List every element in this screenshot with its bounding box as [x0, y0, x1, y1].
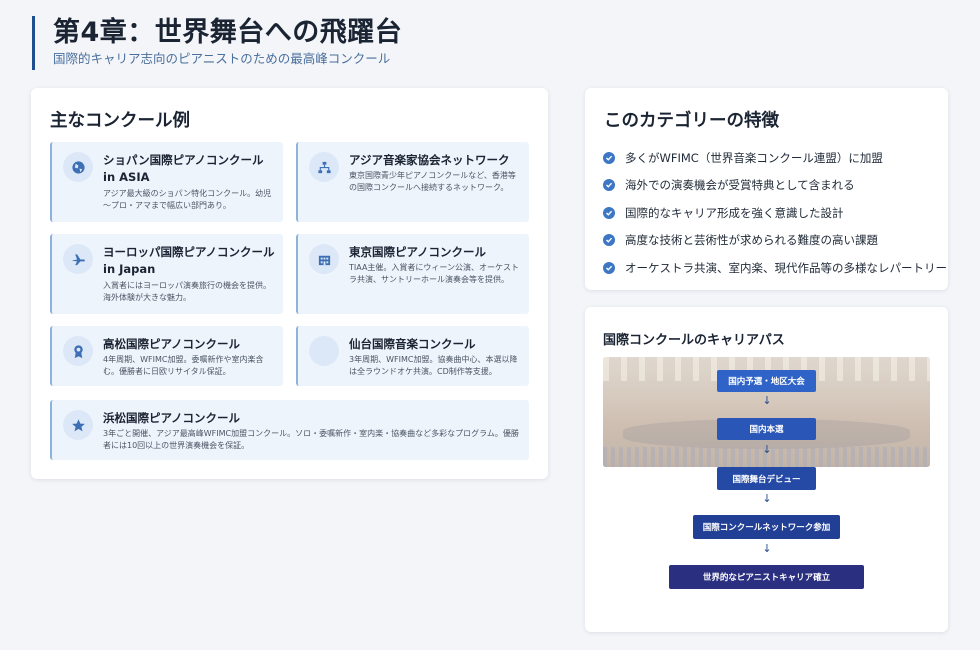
competition-item-chopin-asia[interactable]: ショパン国際ピアノコンクール in ASIA アジア最大級のショパン特化コンクー…: [50, 142, 283, 222]
competition-desc: 東京国際青少年ピアノコンクールなど、香港等の国際コンクールへ接続するネットワーク…: [349, 171, 516, 192]
competitions-title: 主なコンクール例: [50, 111, 190, 131]
down-arrow-icon: ↓: [762, 542, 772, 555]
career-path-card: 国際コンクールのキャリアパス 国内予選・地区大会 ↓ 国内本選 ↓ 国際舞台デビ…: [585, 307, 948, 632]
career-path-title: 国際コンクールのキャリアパス: [603, 333, 785, 348]
network-icon: [309, 152, 339, 182]
competition-desc: 3年ごと開催、アジア最高峰WFIMC加盟コンクール。ソロ・委嘱新作・室内楽・協奏…: [103, 429, 519, 450]
competition-item-hamamatsu[interactable]: 浜松国際ピアノコンクール 3年ごと開催、アジア最高峰WFIMC加盟コンクール。ソ…: [50, 400, 529, 460]
feature-text: 海外での演奏機会が受賞特典として含まれる: [625, 178, 855, 193]
career-step-3: 国際舞台デビュー: [717, 467, 816, 490]
career-step-1: 国内予選・地区大会: [717, 370, 816, 392]
feature-item: 高度な技術と芸術性が求められる難度の高い課題: [603, 227, 947, 255]
competition-item-asia-network[interactable]: アジア音楽家協会ネットワーク 東京国際青少年ピアノコンクールなど、香港等の国際コ…: [296, 142, 529, 222]
features-title: このカテゴリーの特徴: [604, 111, 779, 131]
career-step-4: 国際コンクールネットワーク参加: [693, 515, 840, 539]
competition-desc: TIAA主催。入賞者にウィーン公演、オーケストラ共演、サントリーホール演奏会等を…: [349, 263, 520, 284]
building-icon: [309, 244, 339, 274]
career-step-5: 世界的なピアニストキャリア確立: [669, 565, 864, 589]
competition-name: ショパン国際ピアノコンクール in ASIA: [103, 153, 264, 184]
competition-name: ヨーロッパ国際ピアノコンクール in Japan: [103, 245, 275, 276]
feature-text: オーケストラ共演、室内楽、現代作品等の多様なレパートリー: [625, 260, 947, 275]
competition-desc: 4年周期、WFIMC加盟。委嘱新作や室内楽含む。優勝者に日欧リサイタル保証。: [103, 355, 264, 376]
competitions-card: 主なコンクール例 ショパン国際ピアノコンクール in ASIA アジア最大級のシ…: [31, 88, 548, 479]
feature-text: 国際的なキャリア形成を強く意識した設計: [625, 205, 844, 220]
globe-icon: [63, 152, 93, 182]
features-list: 多くがWFIMC（世界音楽コンクール連盟）に加盟 海外での演奏機会が受賞特典とし…: [603, 144, 947, 282]
career-step-2: 国内本選: [717, 418, 816, 440]
competition-desc: 入賞者にはヨーロッパ演奏旅行の機会を提供。海外体験が大きな魅力。: [103, 281, 271, 302]
plane-icon: [63, 244, 93, 274]
competition-desc: 3年周期、WFIMC加盟。協奏曲中心、本選以降は全ラウンドオケ共演。CD制作等支…: [349, 355, 518, 376]
feature-item: 国際的なキャリア形成を強く意識した設計: [603, 199, 947, 227]
down-arrow-icon: ↓: [762, 394, 772, 407]
competition-item-takamatsu[interactable]: 高松国際ピアノコンクール 4年周期、WFIMC加盟。委嘱新作や室内楽含む。優勝者…: [50, 326, 283, 386]
competition-name: 東京国際ピアノコンクール: [349, 245, 486, 259]
competition-item-tokyo[interactable]: 東京国際ピアノコンクール TIAA主催。入賞者にウィーン公演、オーケストラ共演、…: [296, 234, 529, 314]
check-icon: [603, 261, 615, 274]
competition-name: 浜松国際ピアノコンクール: [103, 411, 240, 425]
feature-text: 高度な技術と芸術性が求められる難度の高い課題: [625, 233, 878, 248]
blank-icon: [309, 336, 339, 366]
star-icon: [63, 410, 93, 440]
down-arrow-icon: ↓: [762, 492, 772, 505]
feature-item: 多くがWFIMC（世界音楽コンクール連盟）に加盟: [603, 144, 947, 172]
feature-item: オーケストラ共演、室内楽、現代作品等の多様なレパートリー: [603, 254, 947, 282]
feature-text: 多くがWFIMC（世界音楽コンクール連盟）に加盟: [625, 150, 883, 165]
page-title: 第4章：世界舞台への飛躍台: [53, 17, 403, 48]
feature-item: 海外での演奏機会が受賞特典として含まれる: [603, 172, 947, 200]
check-icon: [603, 151, 615, 164]
competition-item-sendai[interactable]: 仙台国際音楽コンクール 3年周期、WFIMC加盟。協奏曲中心、本選以降は全ラウン…: [296, 326, 529, 386]
down-arrow-icon: ↓: [762, 443, 772, 456]
competition-desc: アジア最大級のショパン特化コンクール。幼児～プロ・アマまで幅広い部門あり。: [103, 189, 272, 210]
competition-item-europe-japan[interactable]: ヨーロッパ国際ピアノコンクール in Japan 入賞者にはヨーロッパ演奏旅行の…: [50, 234, 283, 314]
check-icon: [603, 234, 615, 247]
competition-name: 高松国際ピアノコンクール: [103, 337, 240, 351]
competition-name: アジア音楽家協会ネットワーク: [349, 153, 510, 167]
check-icon: [603, 179, 615, 192]
competition-name: 仙台国際音楽コンクール: [349, 337, 476, 351]
check-icon: [603, 206, 615, 219]
award-icon: [63, 336, 93, 366]
page-subtitle: 国際的キャリア志向のピアニストのための最高峰コンクール: [53, 51, 391, 66]
page-header: 第4章：世界舞台への飛躍台 国際的キャリア志向のピアニストのための最高峰コンクー…: [32, 16, 402, 70]
features-card: このカテゴリーの特徴 多くがWFIMC（世界音楽コンクール連盟）に加盟 海外での…: [585, 88, 948, 290]
